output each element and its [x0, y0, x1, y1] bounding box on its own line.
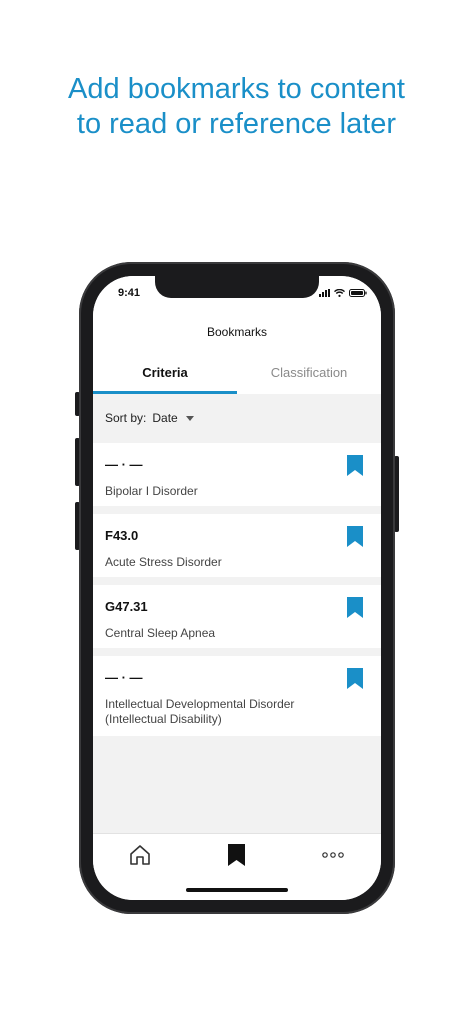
bookmark-title: Intellectual Developmental Disorder (Int…	[105, 697, 369, 727]
phone-notch	[155, 276, 319, 298]
bookmark-code: — · —	[105, 457, 143, 472]
caret-down-icon[interactable]	[185, 415, 194, 421]
sort-control[interactable]: Sort by: Date	[93, 394, 381, 442]
sort-label: Sort by:	[105, 411, 147, 425]
sort-value[interactable]: Date	[152, 411, 177, 425]
bottom-tab-bar	[93, 833, 381, 900]
home-icon[interactable]	[120, 842, 160, 868]
bookmark-ribbon-icon[interactable]	[347, 597, 363, 618]
bookmark-ribbon-icon[interactable]	[347, 526, 363, 547]
status-icons	[319, 289, 367, 297]
bookmark-code: G47.31	[105, 599, 148, 614]
headline: Add bookmarks to content to read or refe…	[0, 72, 473, 142]
bookmark-icon[interactable]	[216, 842, 256, 868]
bookmark-title-line-1: Intellectual Developmental Disorder	[105, 697, 295, 711]
bookmark-title: Bipolar I Disorder	[105, 484, 198, 498]
bookmark-code: — · —	[105, 670, 143, 685]
headline-line-1: Add bookmarks to content	[68, 73, 405, 105]
battery-icon	[349, 289, 367, 297]
bookmark-title: Central Sleep Apnea	[105, 626, 216, 640]
bookmark-title: Acute Stress Disorder	[105, 555, 222, 569]
tab-criteria[interactable]: Criteria	[93, 354, 237, 394]
bookmark-item[interactable]: G47.31 Central Sleep Apnea	[93, 585, 381, 648]
more-icon[interactable]	[313, 842, 353, 868]
bookmark-list: — · — Bipolar I Disorder F43.0 Acute Str…	[93, 443, 381, 744]
home-indicator	[186, 888, 288, 892]
bookmark-item[interactable]: — · — Bipolar I Disorder	[93, 443, 381, 506]
segment-tabs: Criteria Classification	[93, 354, 381, 394]
phone-screen: 9:41 Bookmarks Criteria Classification S…	[93, 276, 381, 900]
status-time: 9:41	[118, 287, 141, 299]
nav-header: Bookmarks	[93, 312, 381, 355]
bookmark-code: F43.0	[105, 528, 139, 543]
page-title: Bookmarks	[206, 325, 268, 339]
bookmark-item[interactable]: — · — Intellectual Developmental Disorde…	[93, 656, 381, 736]
wifi-icon	[334, 289, 345, 297]
bookmark-ribbon-icon[interactable]	[347, 668, 363, 689]
headline-line-2: to read or reference later	[76, 108, 397, 140]
app-store-screenshot: Add bookmarks to content to read or refe…	[0, 0, 473, 1024]
bookmark-ribbon-icon[interactable]	[347, 455, 363, 476]
signal-icon	[319, 289, 330, 297]
tab-classification[interactable]: Classification	[237, 354, 381, 394]
bookmark-item[interactable]: F43.0 Acute Stress Disorder	[93, 514, 381, 577]
bookmark-title-line-2: (Intellectual Disability)	[105, 712, 222, 726]
